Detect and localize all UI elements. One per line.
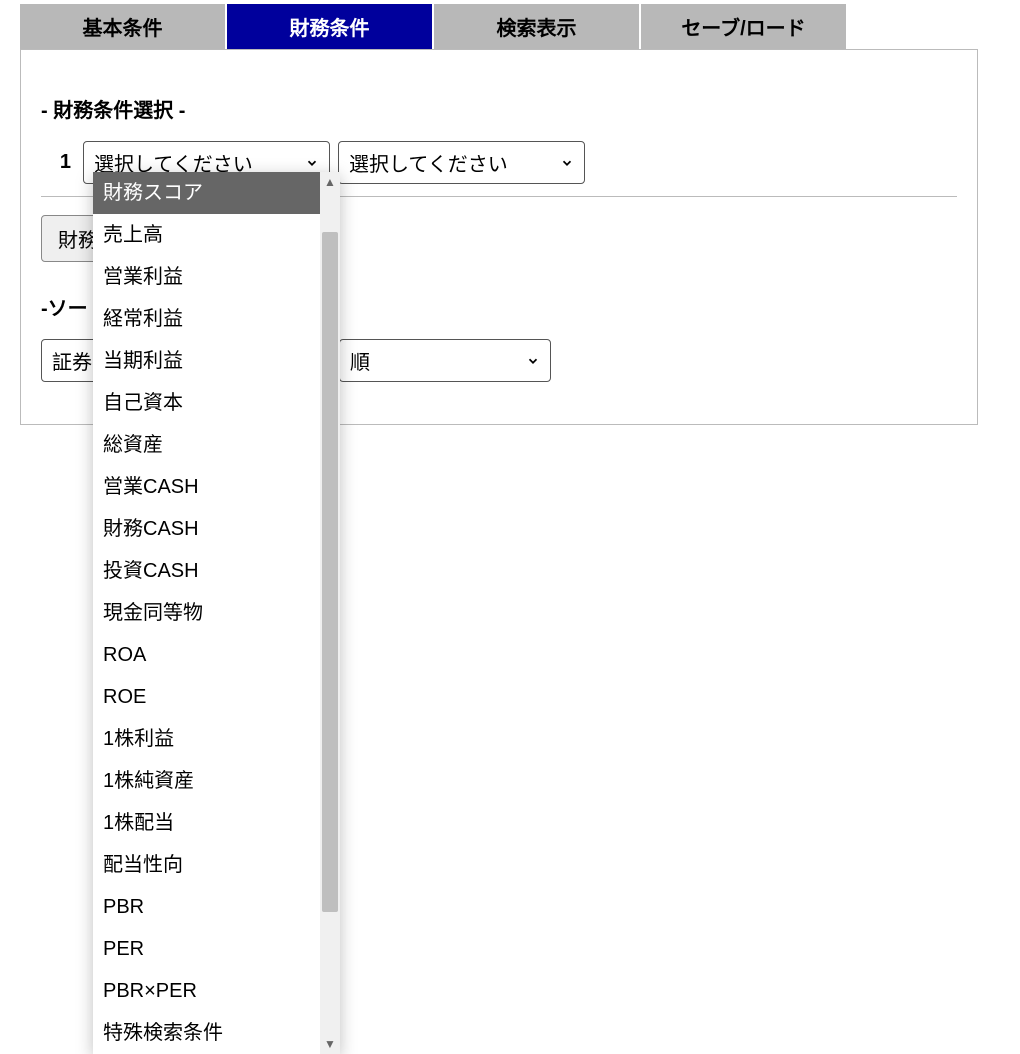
dropdown-option[interactable]: 現金同等物 (93, 592, 320, 634)
dropdown-option[interactable]: 当期利益 (93, 340, 320, 382)
financial-condition-dropdown: 財務スコア売上高営業利益経常利益当期利益自己資本総資産営業CASH財務CASH投… (93, 172, 340, 1054)
select-value: 選択してください (349, 148, 508, 177)
chevron-down-icon (560, 156, 574, 170)
dropdown-option[interactable]: ROE (93, 676, 320, 718)
row-index: 1 (41, 151, 71, 174)
dropdown-option[interactable]: PER (93, 928, 320, 970)
select-value: 証券 (52, 346, 92, 375)
dropdown-option[interactable]: 財務スコア (93, 172, 320, 214)
tab-financial[interactable]: 財務条件 (227, 4, 432, 49)
section-title-financial: - 財務条件選択 - (41, 94, 957, 123)
dropdown-option[interactable]: 1株利益 (93, 718, 320, 760)
tab-save-load[interactable]: セーブ/ロード (641, 4, 846, 49)
tab-bar: 基本条件 財務条件 検索表示 セーブ/ロード (0, 0, 1020, 49)
dropdown-option[interactable]: 配当性向 (93, 844, 320, 886)
financial-condition-select-2[interactable]: 選択してください (338, 141, 585, 184)
select-value: 順 (350, 346, 370, 375)
dropdown-option[interactable]: 総資産 (93, 424, 320, 466)
dropdown-option[interactable]: 財務CASH (93, 508, 320, 550)
dropdown-option[interactable]: 営業CASH (93, 466, 320, 508)
scroll-up-arrow-icon[interactable]: ▲ (320, 172, 340, 192)
dropdown-option[interactable]: 1株純資産 (93, 760, 320, 802)
chevron-down-icon (305, 156, 319, 170)
button-label: 財務 (58, 230, 98, 252)
dropdown-option[interactable]: 投資CASH (93, 550, 320, 592)
dropdown-option[interactable]: 自己資本 (93, 382, 320, 424)
scroll-track[interactable] (320, 192, 340, 1034)
chevron-down-icon (526, 354, 540, 368)
dropdown-option[interactable]: 経常利益 (93, 298, 320, 340)
dropdown-option[interactable]: PBR (93, 886, 320, 928)
dropdown-option[interactable]: 売上高 (93, 214, 320, 256)
scroll-thumb[interactable] (322, 232, 338, 912)
scroll-down-arrow-icon[interactable]: ▼ (320, 1034, 340, 1054)
dropdown-option[interactable]: 1株配当 (93, 802, 320, 844)
dropdown-option[interactable]: PBR×PER (93, 970, 320, 1012)
dropdown-option[interactable]: ROA (93, 634, 320, 676)
dropdown-option[interactable]: 特殊検索条件 (93, 1012, 320, 1054)
sort-order-select[interactable]: 順 (339, 339, 551, 382)
tab-basic[interactable]: 基本条件 (20, 4, 225, 49)
dropdown-option[interactable]: 営業利益 (93, 256, 320, 298)
tab-search-display[interactable]: 検索表示 (434, 4, 639, 49)
scrollbar[interactable]: ▲ ▼ (320, 172, 340, 1054)
